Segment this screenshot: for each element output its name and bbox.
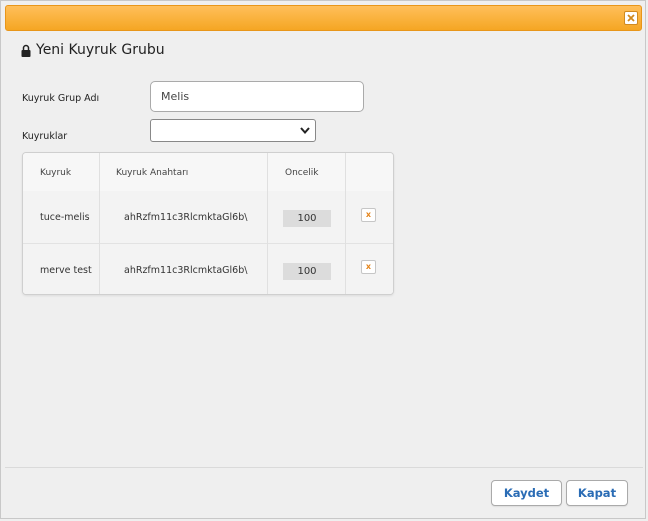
- priority-input[interactable]: [283, 263, 331, 280]
- column-header-queue-key: Kuyruk Anahtarı: [116, 168, 189, 178]
- close-icon[interactable]: [624, 11, 638, 25]
- dialog-heading: Yeni Kuyruk Grubu: [21, 41, 165, 59]
- delete-row-button[interactable]: x: [361, 260, 376, 274]
- column-divider: [267, 153, 268, 294]
- column-divider: [345, 153, 346, 294]
- delete-row-button[interactable]: x: [361, 208, 376, 222]
- chevron-down-icon: [300, 127, 310, 134]
- close-button[interactable]: Kapat: [566, 480, 628, 506]
- priority-input[interactable]: [283, 210, 331, 227]
- queue-name-cell: merve test: [40, 265, 92, 276]
- queue-key-cell: ahRzfm11c3RlcmktaGl6b\: [124, 265, 248, 276]
- footer-divider: [5, 467, 643, 468]
- queues-label: Kuyruklar: [22, 131, 68, 142]
- group-name-input[interactable]: [150, 81, 364, 112]
- queues-select[interactable]: [150, 119, 316, 142]
- column-header-queue: Kuyruk: [40, 168, 72, 178]
- table-row: tuce-melis ahRzfm11c3RlcmktaGl6b\ x: [23, 191, 393, 244]
- delete-icon: x: [365, 262, 372, 271]
- page-title: Yeni Kuyruk Grubu: [36, 42, 165, 58]
- group-name-label: Kuyruk Grup Adı: [22, 93, 100, 104]
- dialog-titlebar[interactable]: [5, 5, 642, 31]
- table-row: merve test ahRzfm11c3RlcmktaGl6b\ x: [23, 244, 393, 294]
- lock-icon: [21, 44, 31, 57]
- column-header-priority: Öncelik: [285, 168, 319, 178]
- queue-table: Kuyruk Kuyruk Anahtarı Öncelik tuce-meli…: [22, 152, 394, 295]
- column-divider: [99, 153, 100, 294]
- queue-group-dialog: Yeni Kuyruk Grubu Kuyruk Grup Adı Kuyruk…: [0, 0, 646, 519]
- save-button[interactable]: Kaydet: [491, 480, 562, 506]
- queue-name-cell: tuce-melis: [40, 212, 90, 223]
- close-x-glyph: [627, 14, 635, 22]
- delete-icon: x: [365, 210, 372, 219]
- queue-key-cell: ahRzfm11c3RlcmktaGl6b\: [124, 212, 248, 223]
- table-header-row: Kuyruk Kuyruk Anahtarı Öncelik: [23, 153, 393, 192]
